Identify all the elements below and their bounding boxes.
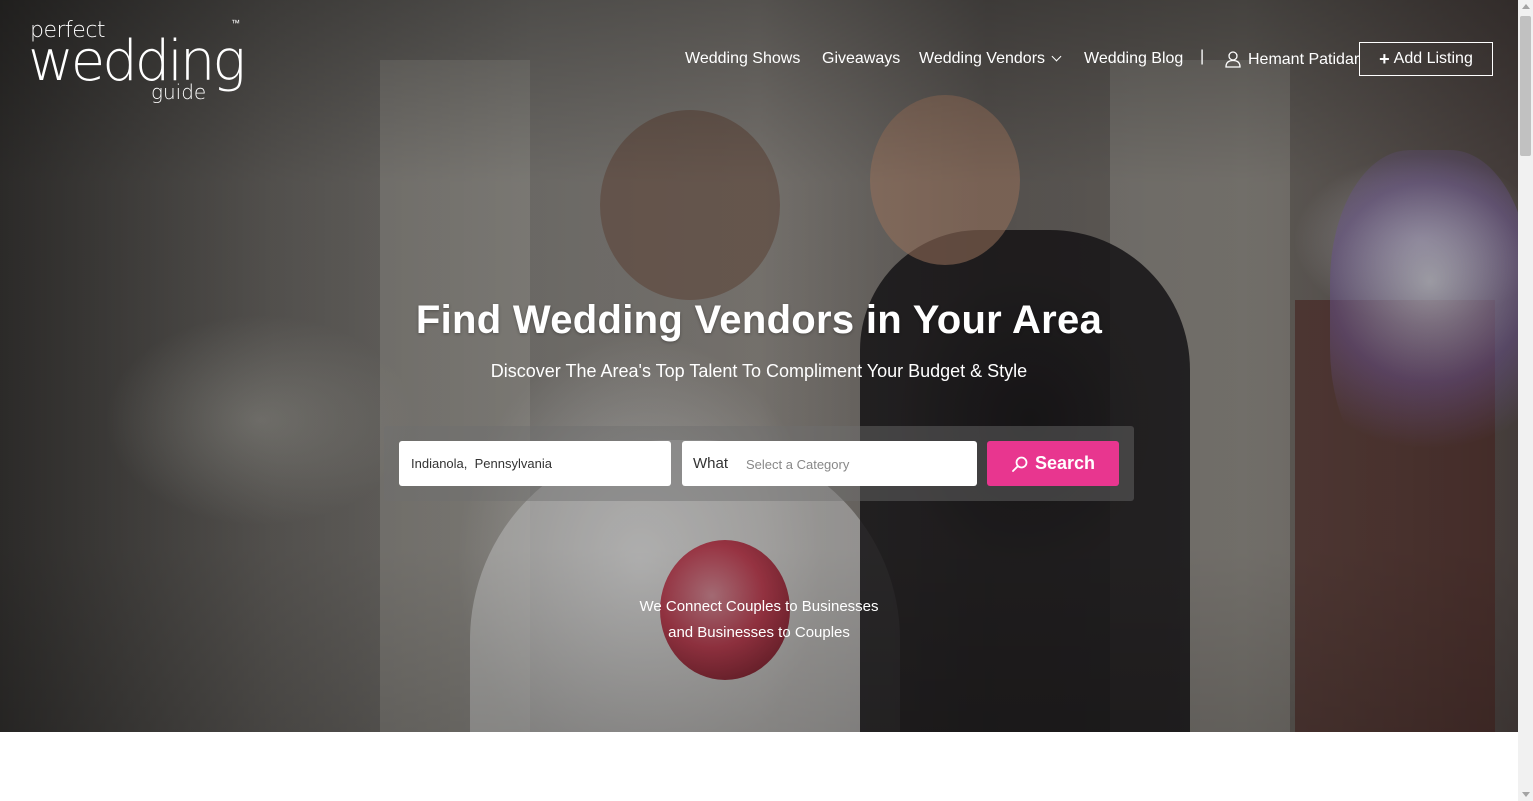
search-button-label: Search bbox=[1034, 453, 1096, 473]
tagline-line-1: We Connect Couples to Businesses bbox=[639, 598, 879, 615]
scrollbar-thumb[interactable] bbox=[1520, 16, 1531, 156]
scroll-down-arrow-icon[interactable] bbox=[1522, 792, 1530, 797]
logo-text-guide: guide bbox=[151, 80, 207, 104]
logo-text-wedding: wedding bbox=[28, 29, 246, 94]
nav-separator: | bbox=[1200, 48, 1205, 65]
add-listing-button[interactable]: + Add Listing bbox=[1359, 42, 1493, 76]
nav-giveaways[interactable]: Giveaways bbox=[822, 50, 900, 68]
location-input[interactable] bbox=[399, 441, 671, 486]
nav-wedding-shows[interactable]: Wedding Shows bbox=[685, 50, 800, 68]
scroll-up-arrow-icon[interactable] bbox=[1522, 4, 1530, 9]
nav-wedding-vendors-label: Wedding Vendors bbox=[919, 50, 1046, 67]
search-icon bbox=[1012, 456, 1028, 472]
chevron-down-icon bbox=[1051, 51, 1062, 62]
tagline-line-2: and Businesses to Couples bbox=[668, 624, 850, 641]
nav-wedding-blog[interactable]: Wedding Blog bbox=[1084, 50, 1183, 68]
user-account-link[interactable]: Hemant Patidar bbox=[1248, 51, 1359, 69]
site-logo[interactable]: perfect wedding guide ™ bbox=[28, 18, 248, 104]
add-listing-label: Add Listing bbox=[1393, 50, 1473, 67]
hero-subtitle: Discover The Area's Top Talent To Compli… bbox=[490, 361, 1028, 381]
category-what-label: What bbox=[693, 455, 729, 472]
user-icon[interactable] bbox=[1224, 50, 1242, 68]
category-placeholder: Select a Category bbox=[746, 457, 850, 472]
search-button[interactable]: Search bbox=[987, 441, 1119, 486]
hero-tagline: We Connect Couples to Businesses and Bus… bbox=[0, 594, 1518, 646]
page: perfect wedding guide ™ Wedding Shows Gi… bbox=[0, 0, 1518, 801]
category-select[interactable]: What Select a Category bbox=[682, 441, 977, 486]
logo-trademark: ™ bbox=[231, 18, 240, 28]
plus-icon: + bbox=[1379, 49, 1390, 69]
nav-wedding-vendors[interactable]: Wedding Vendors bbox=[919, 50, 1062, 68]
vertical-scrollbar[interactable] bbox=[1518, 0, 1533, 801]
hero-title: Find Wedding Vendors in Your Area bbox=[415, 298, 1103, 342]
